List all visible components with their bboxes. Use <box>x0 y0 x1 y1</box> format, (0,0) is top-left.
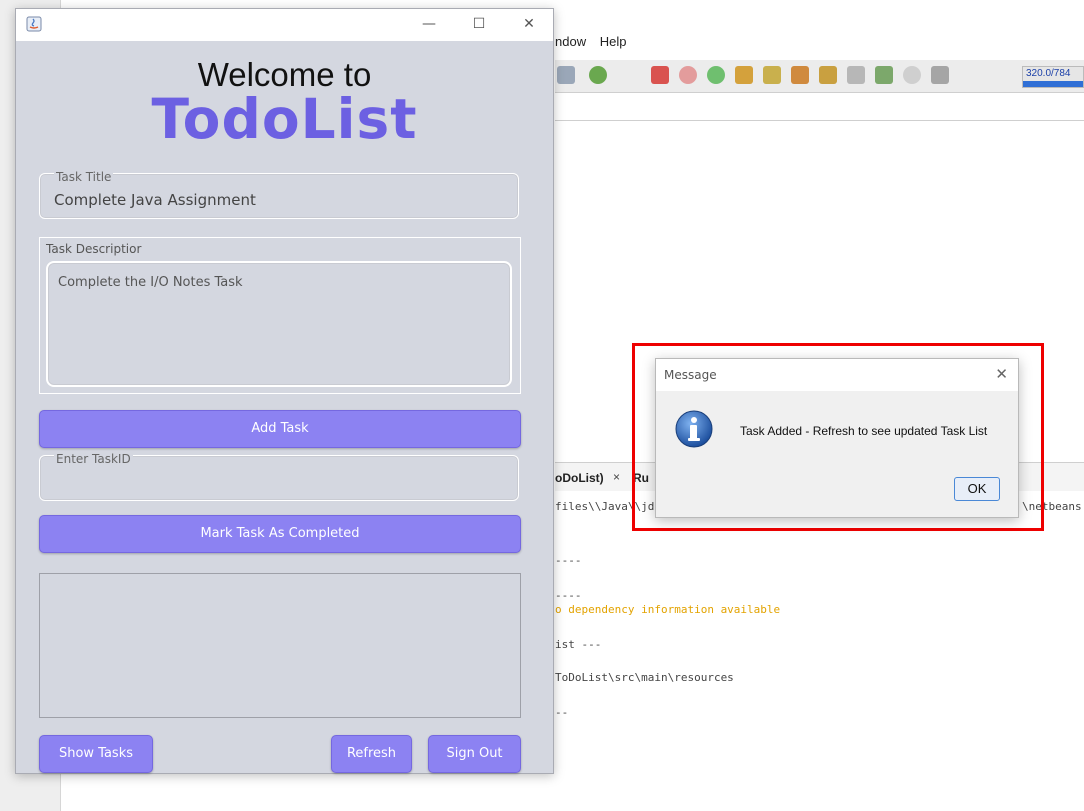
dialog-message: Task Added - Refresh to see updated Task… <box>740 424 988 438</box>
step-into-icon[interactable] <box>763 66 781 84</box>
output-line: ToDoList\src\main\resources <box>555 671 734 684</box>
gc-icon[interactable] <box>903 66 921 84</box>
continue-icon[interactable] <box>707 66 725 84</box>
brand-title: TodoList <box>151 87 418 151</box>
close-icon[interactable]: ✕ <box>514 13 544 35</box>
window-titlebar[interactable]: — ☐ ✕ <box>16 9 553 41</box>
step-out-icon[interactable] <box>791 66 809 84</box>
task-title-value: Complete Java Assignment <box>54 191 256 209</box>
output-line: ---- <box>555 554 582 567</box>
output-tab-todolist[interactable]: oDoList) <box>555 471 604 485</box>
output-line-warning: o dependency information available <box>555 603 781 616</box>
step-over-icon[interactable] <box>735 66 753 84</box>
output-line: -- <box>555 706 569 719</box>
task-id-label: Enter TaskID <box>54 452 133 466</box>
task-id-field[interactable]: Enter TaskID <box>39 452 519 501</box>
task-description-label: Task Descriptior <box>46 242 142 256</box>
ide-menubar: ndow Help <box>555 34 636 56</box>
dialog-title: Message <box>664 368 717 382</box>
task-description-textarea[interactable]: Complete the I/O Notes Task <box>46 261 512 387</box>
task-title-field[interactable]: Task Title Complete Java Assignment <box>39 170 519 219</box>
dialog-close-icon[interactable]: ✕ <box>995 365 1008 383</box>
task-description-panel: Task Descriptior Complete the I/O Notes … <box>39 237 521 394</box>
refresh-button[interactable]: Refresh <box>331 735 412 773</box>
java-icon <box>26 16 42 32</box>
memory-progress-fill <box>1023 81 1083 87</box>
menu-window[interactable]: ndow <box>555 34 586 49</box>
menu-help[interactable]: Help <box>600 34 627 49</box>
output-tab-close-icon[interactable]: × <box>613 470 620 484</box>
run-to-cursor-icon[interactable] <box>819 66 837 84</box>
screenshot-icon[interactable] <box>931 66 949 84</box>
memory-progress[interactable]: 320.0/784 <box>1022 66 1084 88</box>
minimize-icon[interactable]: — <box>414 13 444 35</box>
task-list-area[interactable] <box>39 573 521 718</box>
output-line: ist --- <box>555 638 602 651</box>
add-task-button[interactable]: Add Task <box>39 410 521 448</box>
todolist-window: — ☐ ✕ Welcome to TodoList Task Title Com… <box>15 8 554 774</box>
build-icon[interactable] <box>557 66 575 84</box>
ide-divider <box>555 120 1084 121</box>
profile-icon[interactable] <box>589 66 607 84</box>
pause-icon[interactable] <box>679 66 697 84</box>
maximize-icon[interactable]: ☐ <box>464 13 494 35</box>
sign-out-button[interactable]: Sign Out <box>428 735 521 773</box>
take-snapshot-icon[interactable] <box>875 66 893 84</box>
dialog-titlebar[interactable]: Message ✕ <box>656 359 1018 391</box>
show-tasks-button[interactable]: Show Tasks <box>39 735 153 773</box>
apply-changes-icon[interactable] <box>847 66 865 84</box>
task-title-label: Task Title <box>54 170 114 184</box>
ok-button[interactable]: OK <box>954 477 1000 501</box>
ide-toolbar <box>555 60 1084 93</box>
output-line: ---- <box>555 589 582 602</box>
task-description-value: Complete the I/O Notes Task <box>58 275 243 290</box>
stop-icon[interactable] <box>651 66 669 84</box>
info-icon <box>675 410 713 448</box>
memory-progress-text: 320.0/784 <box>1026 68 1071 79</box>
message-dialog: Message ✕ Task Added - Refresh to see up… <box>655 358 1019 518</box>
mark-completed-button[interactable]: Mark Task As Completed <box>39 515 521 553</box>
